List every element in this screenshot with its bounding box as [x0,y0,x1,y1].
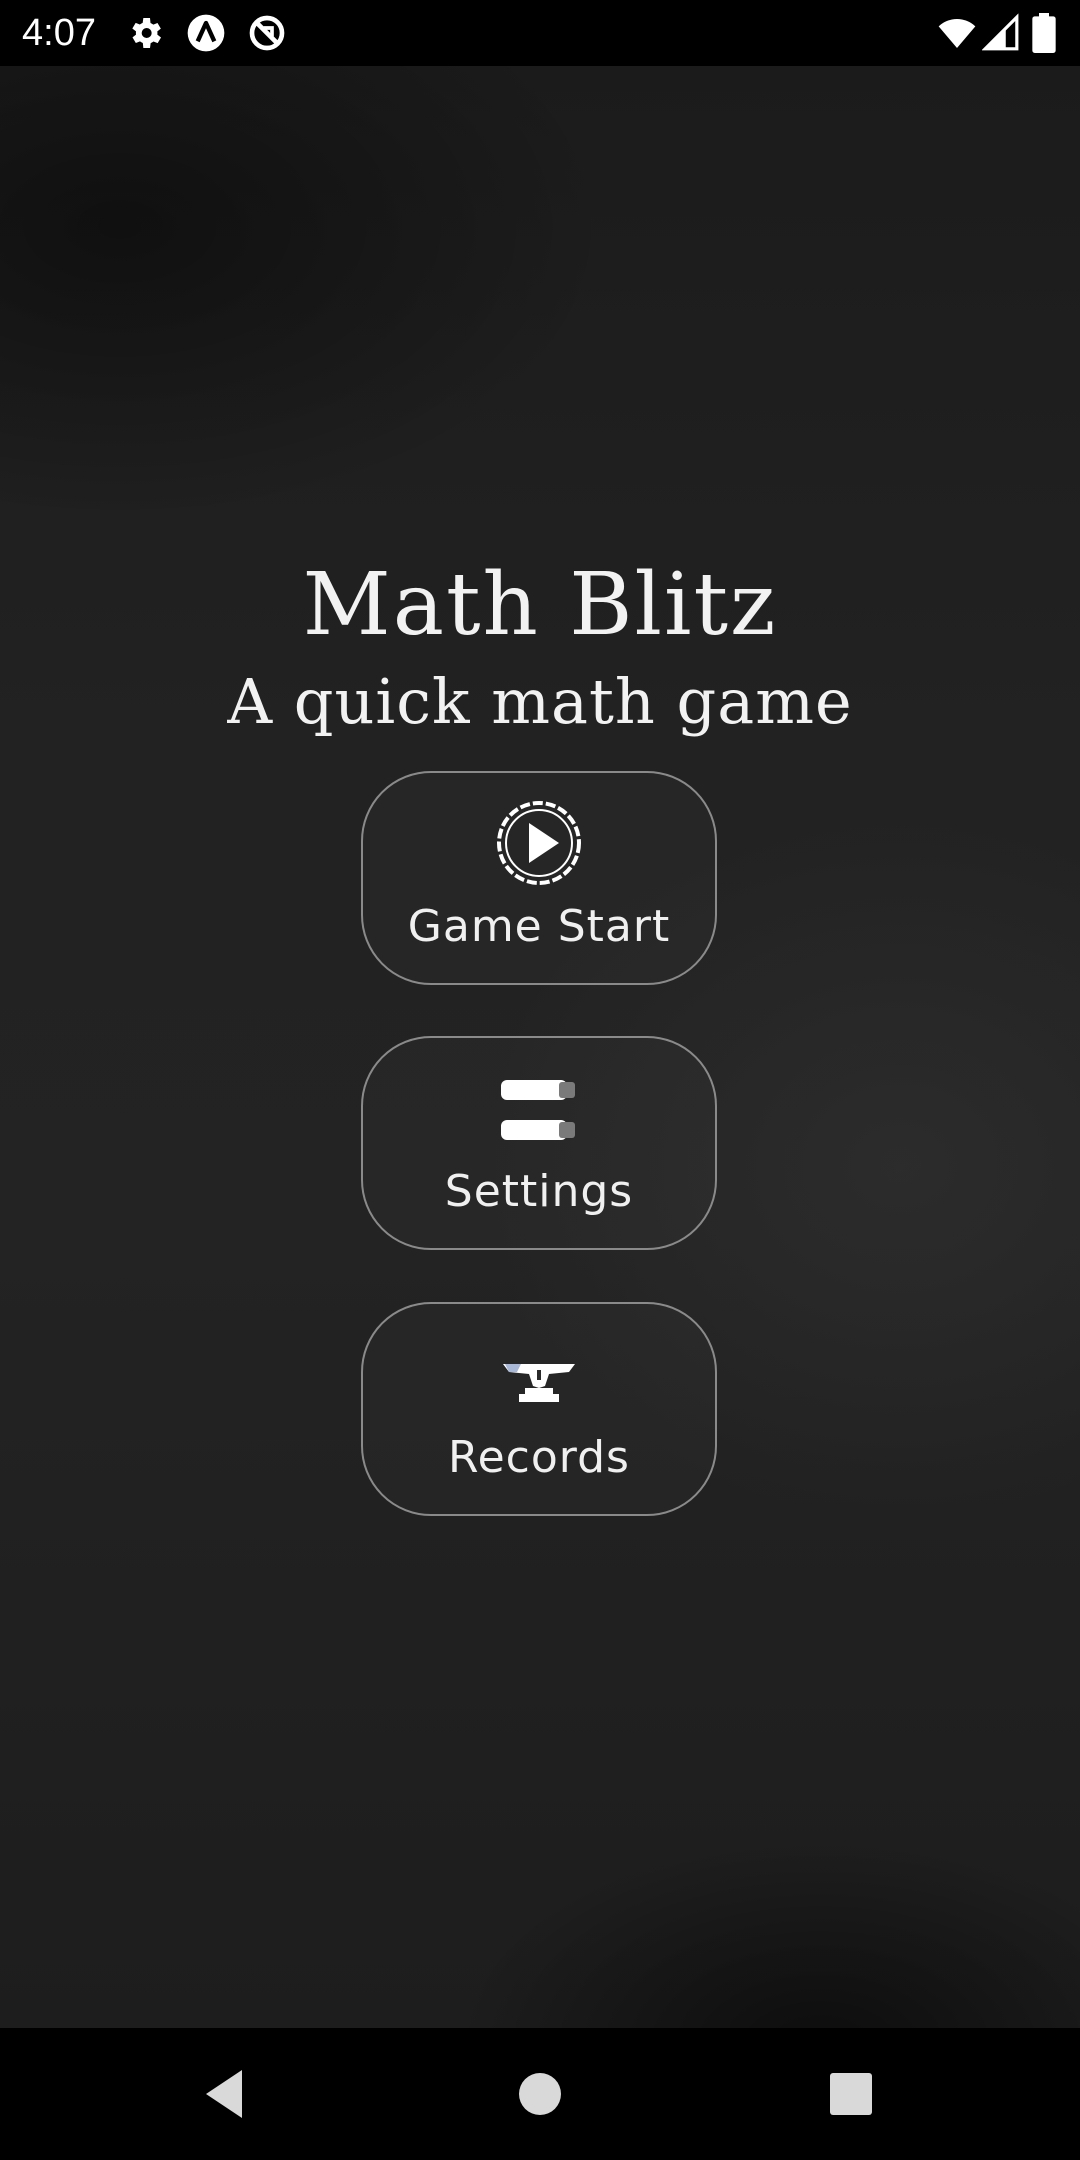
toggles-icon [495,1064,583,1152]
app-subtitle: A quick math game [227,665,853,738]
app-a-icon [186,13,226,53]
home-icon[interactable] [510,2064,570,2124]
wifi-icon [935,13,979,53]
navigation-bar [0,2028,1080,2160]
trophy-icon [495,1330,583,1418]
app-title: Math Blitz [302,555,778,655]
records-button[interactable]: Records [361,1302,717,1516]
game-start-label: Game Start [407,901,671,952]
records-label: Records [448,1432,630,1483]
recents-icon[interactable] [821,2064,881,2124]
battery-icon [1030,13,1058,53]
settings-button[interactable]: Settings [361,1036,717,1250]
game-start-button[interactable]: Game Start [361,771,717,985]
settings-label: Settings [444,1166,634,1217]
gear-icon [125,13,165,53]
no-sync-icon [247,13,287,53]
signal-icon [982,13,1020,53]
back-icon[interactable] [196,2064,256,2124]
status-bar: 4:07 [0,0,1080,66]
status-time: 4:07 [22,12,96,54]
play-circle-icon [495,799,583,887]
